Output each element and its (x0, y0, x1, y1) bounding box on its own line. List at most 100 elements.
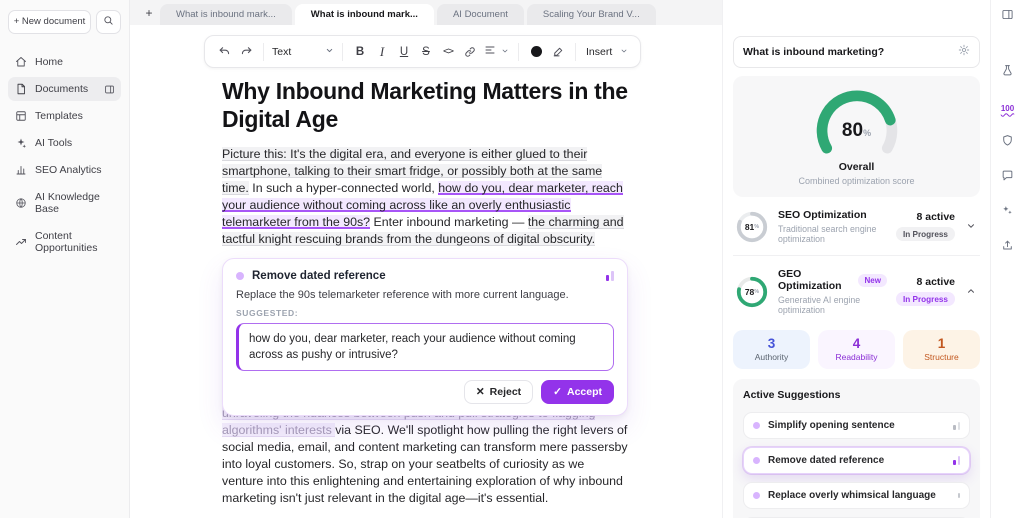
suggestion-item-label: Simplify opening sentence (768, 420, 945, 431)
percent-sign: % (754, 224, 759, 230)
left-sidebar: + New document Home Documents Templates … (0, 0, 130, 518)
optimization-panel: What is inbound marketing? 80% Overall C… (722, 0, 990, 518)
seo-section-description: Traditional search engine optimization (778, 224, 887, 244)
active-suggestions-header: Active Suggestions (743, 389, 970, 401)
tab-ai-document[interactable]: AI Document (437, 4, 524, 25)
chevron-up-icon[interactable] (964, 281, 978, 303)
sidebar-item-ai-knowledge-base[interactable]: AI Knowledge Base (8, 185, 121, 221)
tab-document-1[interactable]: What is inbound mark... (160, 4, 292, 25)
suggestion-dot-icon (753, 492, 760, 499)
sidebar-item-seo-analytics[interactable]: SEO Analytics (8, 158, 121, 182)
collapse-panel-button[interactable] (997, 6, 1019, 28)
suggested-text-box[interactable]: how do you, dear marketer, reach your au… (236, 323, 614, 371)
suggestion-item-remove-dated-reference[interactable]: Remove dated reference (743, 447, 970, 474)
sidebar-item-templates[interactable]: Templates (8, 104, 121, 128)
text-color-button[interactable] (525, 40, 547, 64)
plain-text: Enter inbound marketing — (370, 215, 528, 229)
sidebar-item-ai-tools[interactable]: AI Tools (8, 131, 121, 155)
percent-sign: % (754, 289, 759, 295)
insert-dropdown[interactable]: Insert (582, 46, 632, 58)
underline-button[interactable]: U (393, 40, 415, 64)
score-100-icon: 100 (1001, 104, 1014, 113)
shield-icon (1001, 134, 1014, 152)
trending-up-icon (15, 236, 27, 248)
new-badge: New (858, 274, 886, 287)
upload-icon (1001, 239, 1014, 257)
geo-status-badge: In Progress (896, 292, 955, 306)
geo-section-description: Generative AI engine optimization (778, 295, 887, 315)
sidebar-item-home[interactable]: Home (8, 50, 121, 74)
shield-button[interactable] (997, 132, 1019, 154)
search-button[interactable] (96, 10, 121, 34)
stat-label: Authority (733, 352, 810, 362)
stat-value: 3 (733, 336, 810, 351)
tab-document-2-active[interactable]: What is inbound mark... (295, 4, 434, 25)
reject-button[interactable]: ✕ Reject (464, 380, 533, 404)
stat-value: 4 (818, 336, 895, 351)
suggestion-card-description: Replace the 90s telemarketer reference w… (236, 289, 614, 301)
link-button[interactable] (459, 40, 481, 64)
sidebar-item-label: Home (35, 56, 63, 68)
document-icon (15, 83, 27, 95)
accept-label: Accept (567, 386, 602, 398)
insert-label: Insert (586, 46, 612, 58)
gear-icon[interactable] (958, 43, 970, 61)
highlighter-button[interactable] (547, 40, 569, 64)
color-swatch-icon (531, 46, 542, 57)
code-button[interactable]: <> (437, 40, 459, 64)
collapse-sidebar-icon[interactable] (104, 84, 115, 95)
main-column: + What is inbound mark... What is inboun… (130, 0, 722, 518)
right-icon-rail: 100 (990, 0, 1024, 518)
suggestion-item-replace-whimsical[interactable]: Replace overly whimsical language (743, 482, 970, 509)
stat-structure[interactable]: 1 Structure (903, 330, 980, 369)
geo-score-ring: 78% (735, 275, 769, 309)
sidebar-item-label: AI Knowledge Base (35, 191, 114, 215)
sidebar-item-label: Templates (35, 110, 83, 122)
export-button[interactable] (997, 237, 1019, 259)
sidebar-item-label: SEO Analytics (35, 164, 102, 176)
geo-score-value: 78 (745, 287, 754, 297)
suggestion-card-title: Remove dated reference (252, 270, 386, 282)
suggestion-card: Remove dated reference Replace the 90s t… (222, 258, 628, 416)
overall-score-value: 80 (842, 120, 863, 141)
stat-authority[interactable]: 3 Authority (733, 330, 810, 369)
chevron-down-icon[interactable] (964, 216, 978, 238)
tab-scaling-your-brand[interactable]: Scaling Your Brand V... (527, 4, 656, 25)
sidebar-item-content-opportunities[interactable]: Content Opportunities (8, 224, 121, 260)
suggestion-item-simplify-opening[interactable]: Simplify opening sentence (743, 412, 970, 439)
add-tab-button[interactable]: + (138, 1, 160, 25)
overall-description: Combined optimization score (733, 176, 980, 186)
new-document-button[interactable]: + New document (8, 10, 91, 34)
text-style-dropdown[interactable]: Text (270, 46, 336, 58)
impact-bars-icon (606, 271, 614, 281)
bold-button[interactable]: B (349, 40, 371, 64)
stat-readability[interactable]: 4 Readability (818, 330, 895, 369)
align-left-icon (484, 44, 496, 59)
document-title: Why Inbound Marketing Matters in the Dig… (222, 77, 628, 133)
knowledge-base-icon (15, 197, 27, 209)
geo-optimization-row[interactable]: 78% GEO Optimization New Generative AI en… (733, 255, 980, 326)
editor-surface: Text B I U S <> Insert (130, 25, 722, 518)
comments-button[interactable] (997, 167, 1019, 189)
document-content: Why Inbound Marketing Matters in the Dig… (222, 77, 628, 518)
align-dropdown[interactable] (481, 40, 512, 64)
flask-icon (1001, 64, 1014, 82)
reject-label: Reject (490, 386, 522, 398)
strikethrough-button[interactable]: S (415, 40, 437, 64)
geo-section-title: GEO Optimization (778, 268, 853, 292)
suggestion-dot-icon (236, 272, 244, 280)
suggestion-dot-icon (753, 422, 760, 429)
seo-optimization-row[interactable]: 81% SEO Optimization Traditional search … (733, 197, 980, 255)
experiments-button[interactable] (997, 62, 1019, 84)
ai-assistant-button[interactable] (997, 202, 1019, 224)
content-score-button[interactable]: 100 (997, 97, 1019, 119)
italic-button[interactable]: I (371, 40, 393, 64)
plain-text: In such a hyper-connected world, (249, 181, 438, 195)
seo-score-ring: 81% (735, 210, 769, 244)
impact-bars-icon (953, 422, 960, 430)
undo-button[interactable] (213, 40, 235, 64)
accept-button[interactable]: ✓ Accept (541, 380, 614, 404)
sidebar-item-documents[interactable]: Documents (8, 77, 121, 101)
redo-button[interactable] (235, 40, 257, 64)
stat-label: Readability (818, 352, 895, 362)
